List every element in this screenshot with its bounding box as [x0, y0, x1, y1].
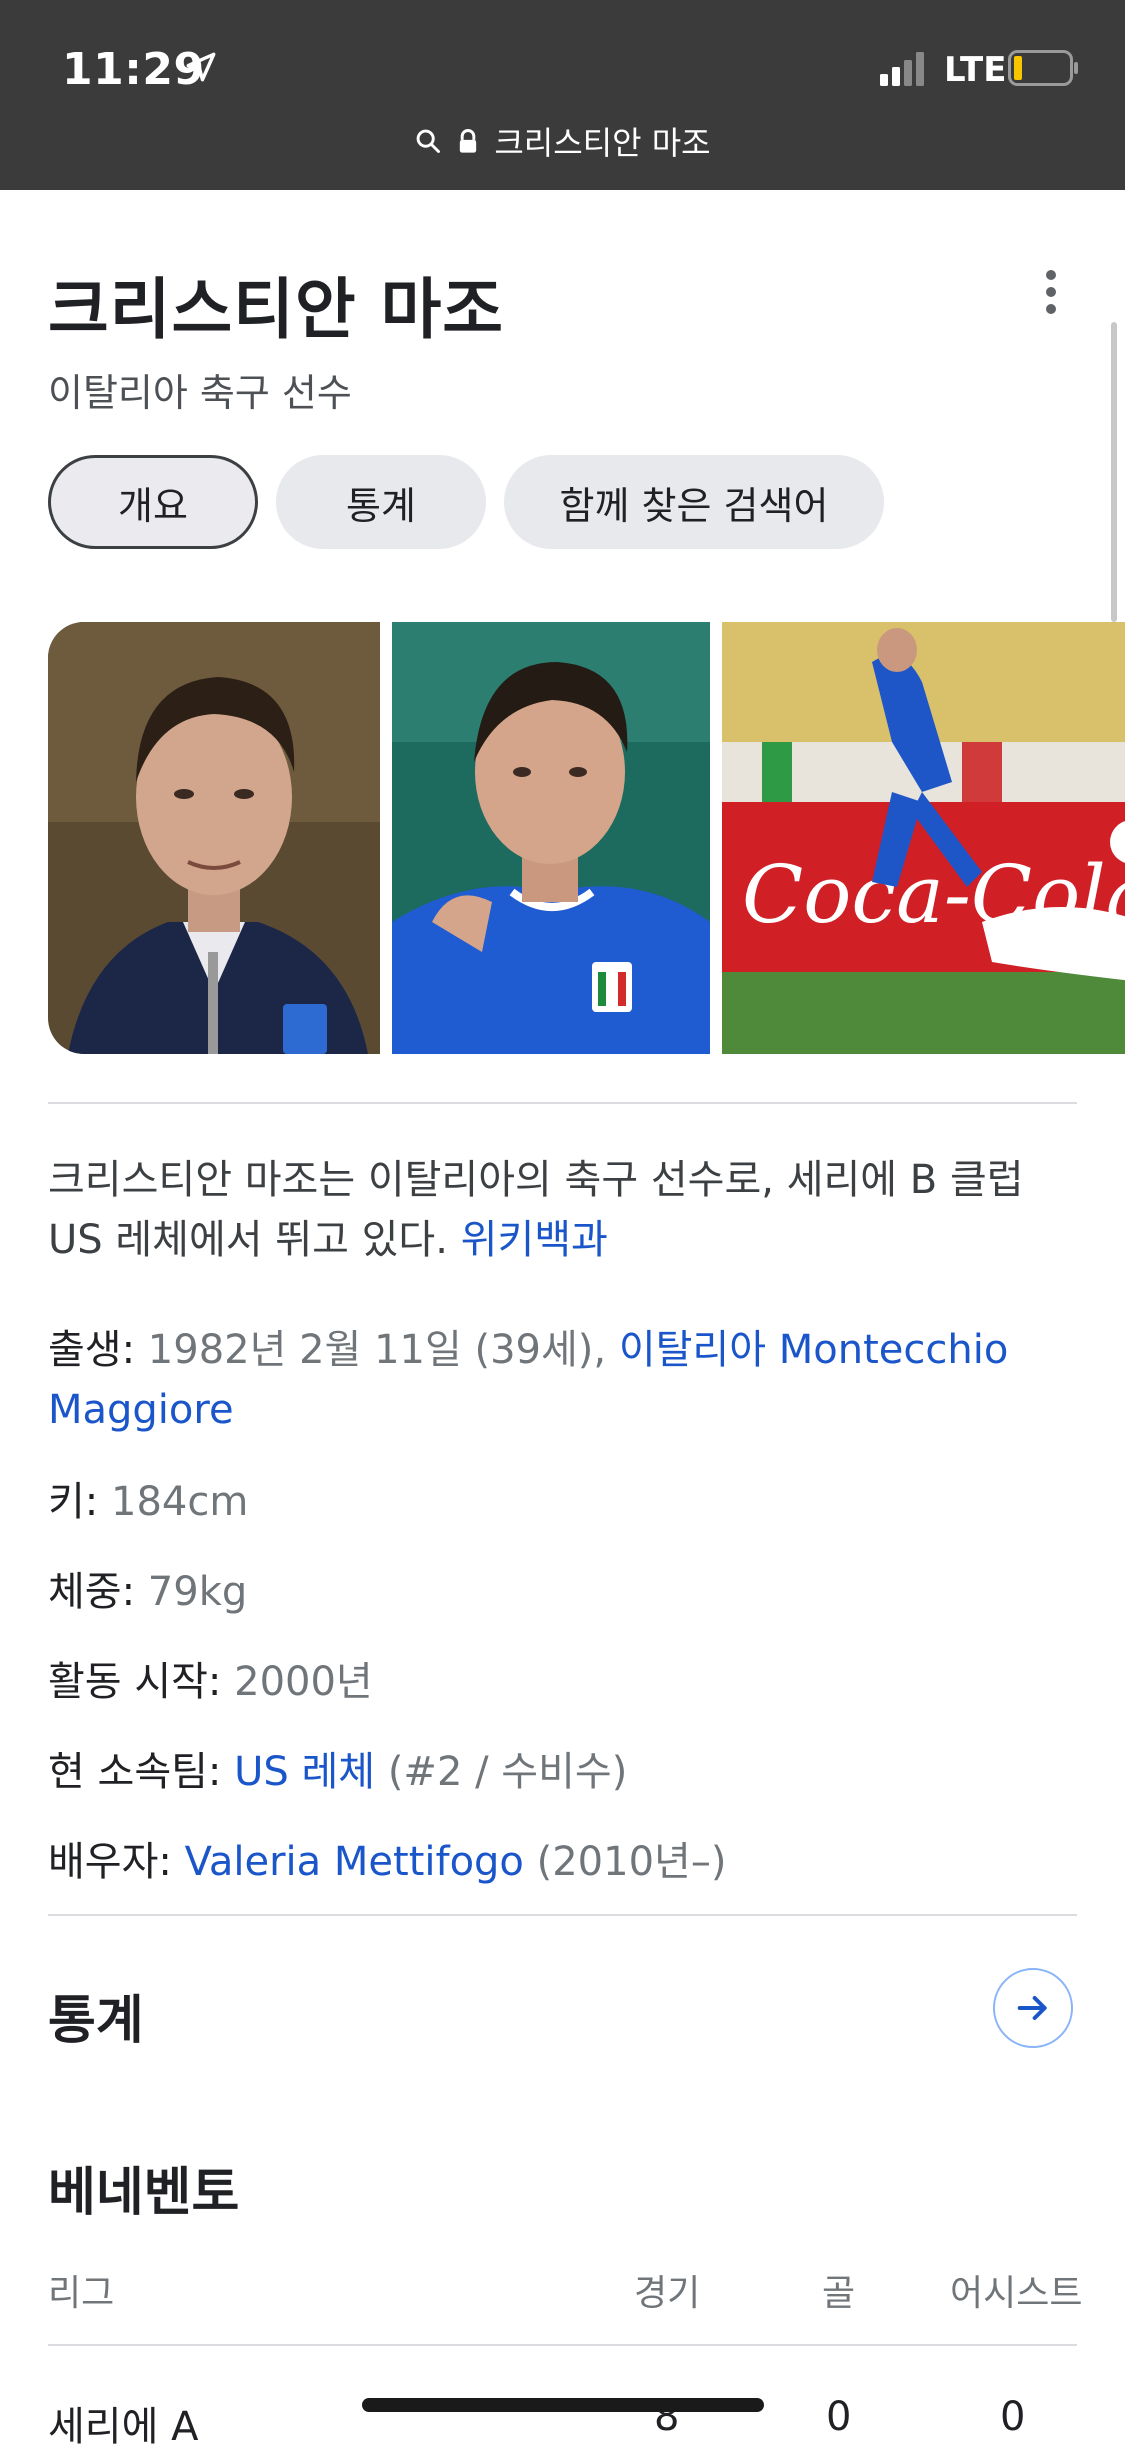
tab-overview[interactable]: 개요	[48, 455, 258, 549]
team-section-title: 베네벤토	[48, 2163, 240, 2223]
lock-icon	[460, 129, 477, 153]
arrow-right-icon	[1017, 1996, 1047, 2020]
player-photo-1[interactable]	[48, 622, 380, 1054]
fact-spouse-link[interactable]: Valeria Mettifogo	[185, 1839, 524, 1885]
fact-spouse: 배우자: Valeria Mettifogo (2010년–)	[48, 1832, 1088, 1892]
wikipedia-link[interactable]: 위키백과	[461, 1217, 608, 1263]
stats-section-title: 통계	[48, 1991, 144, 2051]
fact-team-value: (#2 / 수비수)	[375, 1749, 628, 1795]
player-photo-2[interactable]	[392, 622, 710, 1054]
tab-stats[interactable]: 통계	[276, 455, 486, 549]
tab-chips: 개요 통계 함께 찾은 검색어	[48, 455, 884, 549]
fact-career-start-label: 활동 시작:	[48, 1659, 222, 1705]
fact-weight-value: 79kg	[147, 1569, 248, 1615]
table-cell-league: 세리에 A	[48, 2404, 199, 2450]
url-bar[interactable]: 크리스티안 마조	[0, 118, 1125, 168]
fact-height: 키: 184cm	[48, 1472, 1088, 1532]
network-label: LTE	[944, 50, 1007, 90]
fact-spouse-value: (2010년–)	[523, 1839, 727, 1885]
fact-team-label: 현 소속팀:	[48, 1749, 222, 1795]
column-header-games: 경기	[634, 2273, 701, 2314]
stats-arrow-button[interactable]	[993, 1968, 1073, 2048]
fact-weight-label: 체중:	[48, 1569, 136, 1615]
scrollbar[interactable]	[1111, 322, 1117, 622]
divider	[48, 1102, 1077, 1104]
divider	[48, 1914, 1077, 1916]
battery-icon	[1008, 50, 1078, 86]
signal-icon	[880, 52, 924, 86]
column-header-league: 리그	[48, 2273, 115, 2314]
image-gallery[interactable]: Coca-Cola	[48, 622, 1125, 1054]
column-header-assists: 어시스트	[950, 2273, 1083, 2314]
fact-team-link[interactable]: US 레체	[234, 1749, 375, 1795]
table-cell-assists: 0	[1000, 2394, 1026, 2440]
fact-career-start-value: 2000년	[234, 1659, 373, 1705]
fact-height-label: 키:	[48, 1479, 99, 1525]
entity-subtitle: 이탈리아 축구 선수	[48, 371, 352, 415]
tab-related-searches[interactable]: 함께 찾은 검색어	[504, 455, 884, 549]
more-options-icon[interactable]	[1036, 270, 1066, 320]
fact-born-value: 1982년 2월 11일 (39세),	[147, 1327, 619, 1373]
fact-height-value: 184cm	[111, 1479, 249, 1525]
entity-title: 크리스티안 마조	[48, 271, 505, 348]
location-arrow-icon	[186, 52, 216, 82]
fact-team: 현 소속팀: US 레체 (#2 / 수비수)	[48, 1742, 1088, 1802]
home-indicator[interactable]	[362, 2398, 764, 2412]
fact-weight: 체중: 79kg	[48, 1562, 1088, 1622]
description: 크리스티안 마조는 이탈리아의 축구 선수로, 세리에 B 클럽 US 레체에서…	[48, 1150, 1088, 1270]
top-bar: 11:29 LTE 크리스티안 마조	[0, 0, 1125, 190]
column-header-goals: 골	[822, 2273, 856, 2314]
fact-spouse-label: 배우자:	[48, 1839, 172, 1885]
table-cell-goals: 0	[826, 2394, 852, 2440]
fact-career-start: 활동 시작: 2000년	[48, 1652, 1088, 1712]
url-text: 크리스티안 마조	[494, 124, 711, 162]
fact-born-label: 출생:	[48, 1327, 136, 1373]
fact-born: 출생: 1982년 2월 11일 (39세), 이탈리아 Montecchio …	[48, 1320, 1088, 1440]
search-icon	[416, 129, 441, 153]
table-divider	[48, 2344, 1077, 2346]
player-photo-3[interactable]: Coca-Cola	[722, 622, 1125, 1054]
